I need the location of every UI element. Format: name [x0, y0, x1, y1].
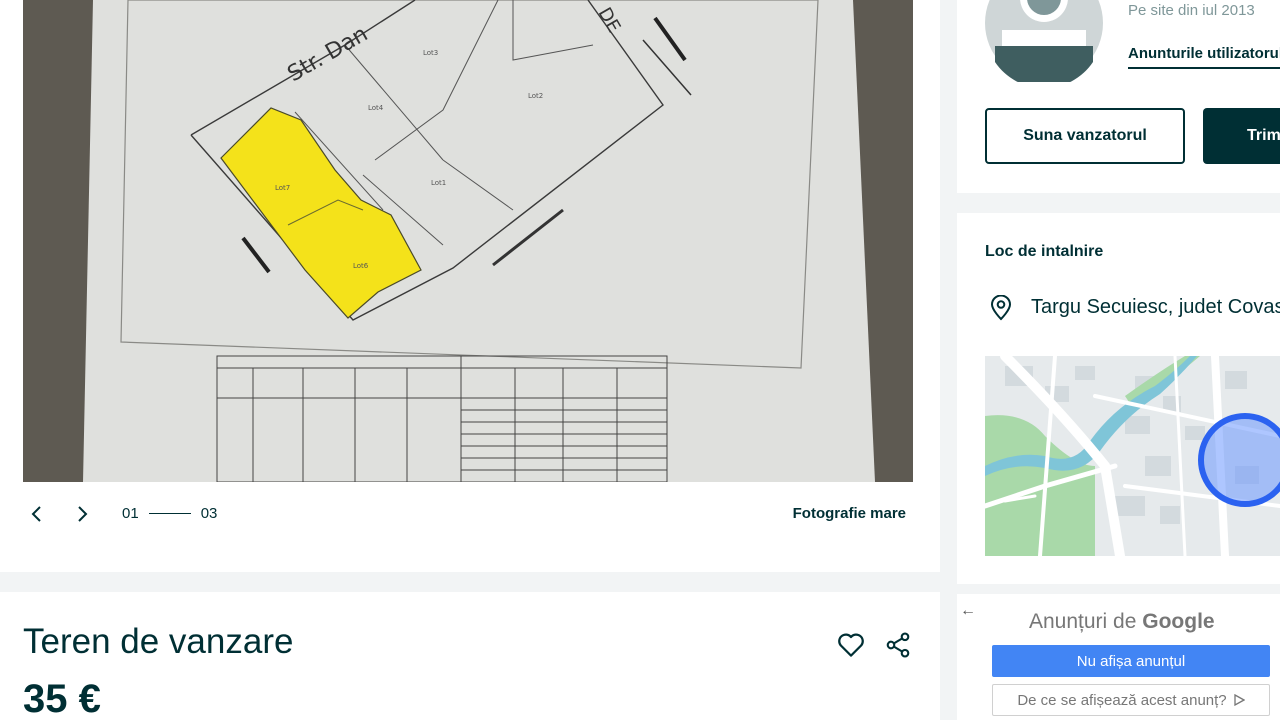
gallery-card: Str. Dan DE Lot3 Lot4 Lot2 Lot1 Lot7 Lot…: [0, 0, 940, 572]
next-photo-button[interactable]: [68, 500, 96, 528]
big-photo-link[interactable]: Fotografie mare: [793, 505, 906, 522]
chevron-right-icon: [78, 506, 88, 522]
photo-counter-total: 03: [200, 505, 218, 522]
svg-text:Lot4: Lot4: [368, 104, 384, 112]
why-this-ad-label: De ce se afișează acest anunț?: [1017, 691, 1227, 709]
location-pin-icon: [990, 295, 1012, 321]
send-message-button[interactable]: Trimite mesaj: [1203, 108, 1280, 164]
location-title: Loc de intalnire: [985, 243, 1104, 260]
counter-divider: [148, 513, 191, 514]
photo-counter: 01 03: [122, 505, 217, 522]
seller-card: Pe site din iul 2013 Anunturile utilizat…: [957, 0, 1280, 193]
cadastral-plan-image: Str. Dan DE Lot3 Lot4 Lot2 Lot1 Lot7 Lot…: [23, 0, 913, 482]
call-seller-button[interactable]: Suna vanzatorul: [985, 108, 1185, 164]
ad-heading-brand: Google: [1142, 610, 1215, 633]
avatar: [985, 0, 1103, 82]
heart-icon[interactable]: [836, 630, 866, 660]
ad-heading-prefix: Anunțuri de: [1029, 610, 1143, 633]
location-card: Loc de intalnire Targu Secuiesc, judet C…: [957, 213, 1280, 584]
google-ad-card: ← Anunțuri de Google Nu afișa anunțul De…: [957, 594, 1280, 720]
previous-photo-button[interactable]: [23, 500, 51, 528]
chevron-left-icon: [31, 506, 41, 522]
listing-title: Teren de vanzare: [23, 622, 294, 661]
svg-text:Lot1: Lot1: [431, 179, 446, 187]
ad-info-play-icon: [1233, 694, 1245, 706]
user-ads-link[interactable]: Anunturile utilizatorului: [1128, 45, 1280, 69]
ad-back-arrow-icon[interactable]: ←: [960, 602, 976, 620]
svg-text:Lot2: Lot2: [528, 92, 543, 100]
location-map[interactable]: [985, 356, 1280, 556]
svg-text:Lot6: Lot6: [353, 262, 369, 270]
gallery-navigation: 01 03 Fotografie mare: [23, 496, 913, 532]
map-image: [985, 356, 1280, 556]
share-icon[interactable]: [884, 631, 912, 659]
member-since-text: Pe site din iul 2013: [1128, 2, 1255, 19]
photo-counter-current: 01: [122, 505, 139, 522]
why-this-ad-button[interactable]: De ce se afișează acest anunț?: [992, 684, 1270, 716]
listing-photo[interactable]: Str. Dan DE Lot3 Lot4 Lot2 Lot1 Lot7 Lot…: [23, 0, 913, 482]
svg-text:Lot3: Lot3: [423, 49, 438, 57]
ad-heading: Anunțuri de Google: [1029, 610, 1215, 634]
hide-ad-button[interactable]: Nu afișa anunțul: [992, 645, 1270, 677]
location-place: Targu Secuiesc, judet Covasna: [1031, 296, 1280, 318]
listing-price: 35 €: [23, 677, 101, 720]
svg-text:Lot7: Lot7: [275, 184, 290, 192]
avatar-placeholder-icon: [985, 0, 1103, 82]
listing-info-card: Teren de vanzare 35 €: [0, 592, 940, 720]
